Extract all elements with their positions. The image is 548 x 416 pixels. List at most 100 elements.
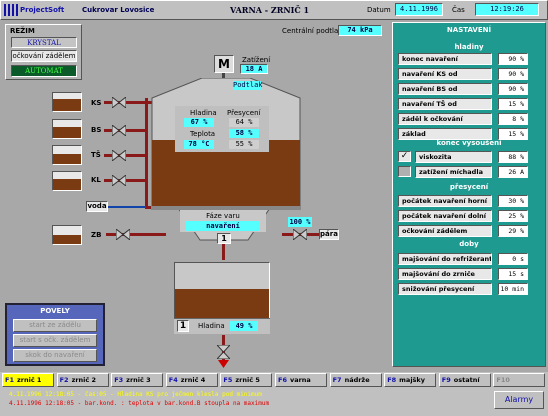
phase-value: navaření: [186, 221, 260, 231]
logo-text: ProjectSoft: [20, 6, 65, 14]
fkey-f4[interactable]: F4 zrnič 4: [165, 373, 218, 387]
fkey-f5[interactable]: F5 zrnič 5: [220, 373, 273, 387]
settings-value-field[interactable]: 90 %: [498, 68, 528, 80]
page-title: VARNA - ZRNIČ 1: [230, 5, 310, 15]
settings-row: majšování do zrniče: [398, 268, 492, 280]
fkey-code: F10: [496, 376, 510, 384]
motor-icon: M: [214, 55, 234, 73]
presyceni-label: Přesycení: [227, 109, 261, 117]
central-vacuum-value: 74 kPa: [338, 25, 382, 36]
skok-do-navareni-button[interactable]: skok do navaření: [13, 349, 97, 362]
fkey-f8[interactable]: F8 majšky: [384, 373, 437, 387]
podtlak-label: Podtlak: [233, 81, 263, 90]
fkey-label: majšky: [399, 376, 425, 384]
fkey-code: F3: [114, 376, 124, 384]
settings-value-field[interactable]: 29 %: [498, 225, 528, 237]
company-name: Cukrovar Lovosice: [82, 6, 155, 14]
settings-value-field[interactable]: 8 %: [498, 113, 528, 125]
fkey-label: nádrže: [344, 376, 370, 384]
receiver-level-label: Hladina: [198, 322, 225, 330]
settings-section-hladiny: hladiny: [454, 43, 484, 51]
date-value: 4.11.1996: [395, 3, 443, 16]
presyceni-setpoint-1: 58 %: [229, 129, 259, 138]
valve-icon-ts[interactable]: [112, 150, 126, 161]
fkey-f9[interactable]: F9 ostatní: [438, 373, 491, 387]
fkey-f7[interactable]: F7 nádrže: [329, 373, 382, 387]
fkey-code: F1: [5, 376, 14, 384]
pipe-outlet: [222, 244, 225, 260]
tank-label-zb: ZB: [91, 231, 102, 239]
start-s-ock-zadelem-button[interactable]: start s očk. zádělem: [13, 334, 97, 347]
fkey-f2[interactable]: F2 zrnič 2: [56, 373, 109, 387]
settings-section-konec-vysouseni: konec vysoušení: [436, 139, 502, 147]
settings-value-field[interactable]: 26 A: [498, 166, 528, 178]
settings-title: NASTAVENÍ: [446, 26, 492, 34]
viskozita-checkbox[interactable]: ✓: [398, 151, 411, 162]
load-value: 18 A: [240, 64, 268, 74]
fkey-label: zrnič 5: [235, 376, 260, 384]
tank-label-ks: KS: [91, 99, 102, 107]
commands-panel: POVELY start ze zádělu start s očk. zádě…: [5, 303, 105, 366]
fkey-f10[interactable]: F10: [493, 373, 546, 387]
settings-value-field[interactable]: 15 s: [498, 268, 528, 280]
settings-value-field[interactable]: 15 %: [498, 98, 528, 110]
settings-value-field[interactable]: 15 %: [498, 128, 528, 140]
time-value: 12:19:26: [475, 3, 539, 16]
phase-box: Fáze varu navaření: [180, 210, 266, 232]
settings-value-field[interactable]: 25 %: [498, 210, 528, 222]
tank-kl: [52, 171, 82, 191]
start-ze-zadelu-button[interactable]: start ze zádělu: [13, 319, 97, 332]
fkey-f6[interactable]: F6 varna: [275, 373, 327, 387]
fkey-code: F2: [59, 376, 69, 384]
date-label: Datum: [367, 6, 391, 14]
settings-row: navaření KS od: [398, 68, 492, 80]
fkey-label: zrnič 2: [71, 376, 97, 384]
settings-value-field[interactable]: 30 %: [498, 195, 528, 207]
projectsoft-logo-icon: [4, 4, 18, 16]
arrow-down-icon: [218, 360, 229, 368]
valve-icon-ks[interactable]: [112, 97, 126, 108]
teplota-label: Teplota: [190, 130, 216, 138]
settings-row: majšování do refrižerantu: [398, 253, 492, 265]
zatizeni-michadla-checkbox[interactable]: [398, 166, 411, 177]
fkey-code: F5: [223, 376, 233, 384]
alarm-line-2: 4.11.1996 12:18:05 - bar.kond. : teplota…: [9, 400, 270, 407]
fkey-f3[interactable]: F3 zrnič 3: [111, 373, 164, 387]
hladina-value: 67 %: [184, 118, 214, 127]
para-label: pára: [319, 229, 339, 240]
time-label: Čas: [452, 6, 465, 14]
fkey-code: F8: [387, 376, 397, 384]
mode-ockovani: očkování zádělem: [11, 50, 77, 62]
valve-icon-zb[interactable]: [116, 229, 130, 240]
settings-value-field[interactable]: 88 %: [498, 151, 528, 163]
settings-value-field[interactable]: 0 s: [498, 253, 528, 265]
presyceni-value: 64 %: [229, 118, 259, 127]
settings-row: snižování přesycení: [398, 283, 492, 295]
settings-row: konec navaření: [398, 53, 492, 65]
fkey-f1[interactable]: F1 zrnič 1: [2, 373, 54, 387]
hladina-label: Hladina: [190, 109, 217, 117]
settings-row: základ: [398, 128, 492, 140]
fkey-label: varna: [289, 376, 311, 384]
settings-value-field[interactable]: 10 min: [498, 283, 528, 295]
phase-label: Fáze varu: [206, 212, 240, 220]
fkey-label: zrnič 1: [16, 376, 42, 384]
settings-section-doby: doby: [459, 240, 479, 248]
alarms-button[interactable]: Alarmy: [494, 391, 544, 409]
settings-section-presyceni: přesycení: [449, 183, 489, 191]
pipe-bs: [104, 129, 148, 132]
fkey-code: F6: [278, 376, 287, 384]
valve-icon-kl[interactable]: [112, 175, 126, 186]
settings-row: navaření TŠ od: [398, 98, 492, 110]
receiver-level-value: 49 %: [230, 321, 258, 331]
receiver-number: 1: [177, 320, 189, 332]
valve-icon-bs[interactable]: [112, 125, 126, 136]
valve-icon-outlet[interactable]: [217, 345, 230, 359]
tank-bs: [52, 119, 82, 139]
pipe-voda: [106, 206, 146, 208]
settings-value-field[interactable]: 90 %: [498, 53, 528, 65]
presyceni-setpoint-2: 55 %: [229, 140, 259, 149]
fkey-label: zrnič 4: [180, 376, 206, 384]
settings-value-field[interactable]: 90 %: [498, 83, 528, 95]
mode-automat: AUTOMAT: [11, 65, 77, 77]
